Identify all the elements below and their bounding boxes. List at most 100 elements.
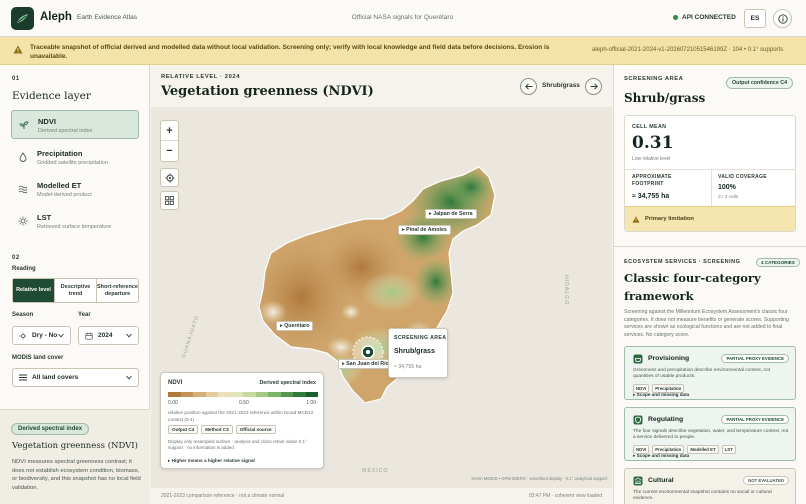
modis-label: MODIS land cover	[12, 355, 64, 361]
land-cover-select[interactable]: All land covers	[12, 368, 139, 387]
city-label[interactable]: ▸ Querétaro	[276, 321, 314, 331]
left-panel: 01 Evidence layer NDVI Derived spectral …	[0, 65, 150, 504]
layer-item-modelled-et[interactable]: Modelled ET Model-derived product	[11, 175, 139, 204]
waves-icon	[18, 185, 28, 194]
legend-color-swatch	[218, 392, 231, 397]
legend-tag: Method C3	[201, 425, 233, 434]
droplet-icon	[19, 152, 27, 162]
layer-type-badge: Derived spectral index	[11, 423, 90, 435]
screening-area-label: SCREENING AREA	[624, 76, 684, 82]
legend-color-swatch	[180, 392, 193, 397]
reading-option-descriptive-trend[interactable]: Descriptive trend	[55, 279, 97, 302]
layer-item-ndvi[interactable]: NDVI Derived spectral index	[11, 110, 139, 139]
season-select[interactable]: Dry - No	[12, 326, 71, 345]
city-label[interactable]: ▸ Jalpan de Serra	[425, 209, 477, 219]
layer-name: Modelled ET	[37, 181, 82, 190]
year-label: Year	[78, 312, 91, 318]
categories-badge: 4 CATEGORIES	[756, 258, 800, 267]
legend-note: Display only resampled surface · analysi…	[168, 439, 307, 450]
app-name: Aleph	[40, 11, 72, 23]
popup-name: Shrub/grass	[394, 348, 435, 355]
service-card-cultural[interactable]: Cultural NOT EVALUATED The current envir…	[624, 468, 796, 504]
layer-desc: Derived spectral index	[38, 128, 93, 134]
sprout-icon	[19, 121, 29, 129]
service-evidence-badge: PARTIAL PROXY EVIDENCE	[721, 354, 789, 363]
layer-desc: Retrieved surface temperature	[37, 224, 112, 230]
legend-color-swatch	[230, 392, 243, 397]
service-card-regulating[interactable]: Regulating PARTIAL PROXY EVIDENCE The fo…	[624, 407, 796, 461]
reading-option-short-reference[interactable]: Short-reference departure	[97, 279, 138, 302]
service-card-provisioning[interactable]: Provisioning PARTIAL PROXY EVIDENCE Gree…	[624, 346, 796, 400]
land-cover-value: All land covers	[32, 374, 79, 381]
service-name: Regulating	[648, 416, 684, 423]
ecosystem-services-desc: Screening against the Millennium Ecosyst…	[624, 309, 789, 338]
city-name: Querétaro	[284, 323, 310, 329]
city-label[interactable]: ▸ San Juan del Río	[338, 359, 393, 369]
service-tag: LST	[721, 445, 736, 454]
legend-color-swatch	[280, 392, 293, 397]
cell-mean-sub: Low relative level	[632, 156, 671, 162]
layer-desc: Model-derived product	[37, 192, 92, 198]
info-button[interactable]	[773, 9, 792, 28]
map-legend: NDVI Derived spectral index 0.00 0.50 1.…	[160, 372, 324, 469]
warning-banner: Traceable snapshot of official derived a…	[0, 37, 806, 65]
coverage-label: VALID COVERAGE	[718, 174, 767, 180]
region-label-mexico: MÉXICO	[362, 468, 389, 474]
section-title: Evidence layer	[12, 90, 91, 102]
section-number: 02	[12, 255, 20, 261]
legend-color-swatch	[193, 392, 206, 397]
cell-mean-value: 0.31	[632, 133, 674, 153]
aleph-logo-icon[interactable]	[11, 7, 34, 30]
list-icon	[19, 374, 27, 381]
grid-toggle-button[interactable]	[160, 191, 179, 210]
api-status-label: API CONNECTED	[682, 14, 736, 21]
grid-icon	[165, 196, 174, 205]
next-area-button[interactable]	[585, 78, 602, 95]
zoom-in-button[interactable]: +	[161, 121, 178, 141]
reading-option-relative-level[interactable]: Relative level	[13, 279, 55, 302]
layer-description-card: Derived spectral index Vegetation greenn…	[0, 409, 150, 504]
previous-area-button[interactable]	[520, 78, 537, 95]
scope-link[interactable]: ▸ Scope and missing data	[633, 453, 689, 459]
zoom-out-button[interactable]: −	[161, 141, 178, 161]
layer-item-lst[interactable]: LST Retrieved surface temperature	[11, 207, 139, 236]
zoom-control: + −	[160, 120, 179, 162]
service-name: Provisioning	[648, 355, 690, 362]
legend-color-swatch	[205, 392, 218, 397]
scope-link[interactable]: ▸ Scope and missing data	[633, 392, 689, 398]
legend-tags: Output C4 Method C3 Official source	[168, 425, 276, 434]
calendar-icon	[85, 332, 93, 340]
legend-color-ramp	[168, 392, 318, 397]
divider	[625, 169, 795, 170]
city-label[interactable]: ▸ Pinal de Amoles	[398, 225, 451, 235]
layer-description-text: NDVI measures spectral greenness contras…	[12, 459, 141, 491]
map-attribution: NASA MODIS • GPM IMERG · smoothed displa…	[471, 476, 607, 481]
map-panel: RELATIVE LEVEL · 2024 Vegetation greenne…	[151, 65, 612, 504]
popup-area: ≈ 34,755 ha	[394, 364, 422, 370]
locate-button[interactable]	[160, 168, 179, 187]
legend-tick: 1.00	[306, 400, 316, 406]
top-bar: Aleph Earth Evidence Atlas Official NASA…	[0, 0, 806, 37]
info-icon	[777, 13, 788, 24]
cell-mean-label: CELL MEAN	[632, 124, 667, 130]
season-value: Dry - No	[32, 332, 58, 339]
legend-color-swatch	[168, 392, 181, 397]
map-canvas[interactable]: + − ▸ Jalpan de Serra ▸ Pinal de Amoles …	[151, 107, 612, 488]
layer-name: Precipitation	[37, 149, 83, 158]
layer-name: NDVI	[38, 117, 56, 126]
shield-icon	[633, 415, 643, 425]
legend-color-swatch	[305, 392, 318, 397]
chevron-down-icon	[126, 375, 132, 380]
limitation-label: Primary limitation	[645, 216, 694, 222]
year-value: 2024	[98, 332, 113, 339]
primary-limitation-row[interactable]: Primary limitation	[625, 206, 795, 231]
screening-area-popup[interactable]: SCREENING AREA Shrub/grass ≈ 34,755 ha	[388, 328, 448, 378]
language-button[interactable]: ES	[744, 9, 766, 28]
sun-icon	[18, 216, 28, 226]
layer-item-precipitation[interactable]: Precipitation Gridded satellite precipit…	[11, 143, 139, 172]
region-label-hidalgo: HIDALGO	[563, 275, 569, 306]
arrow-left-icon	[524, 83, 532, 90]
legend-expand-link[interactable]: ▸ Higher means a higher relative signal	[168, 458, 255, 464]
year-select[interactable]: 2024	[78, 326, 139, 345]
legend-color-swatch	[255, 392, 268, 397]
